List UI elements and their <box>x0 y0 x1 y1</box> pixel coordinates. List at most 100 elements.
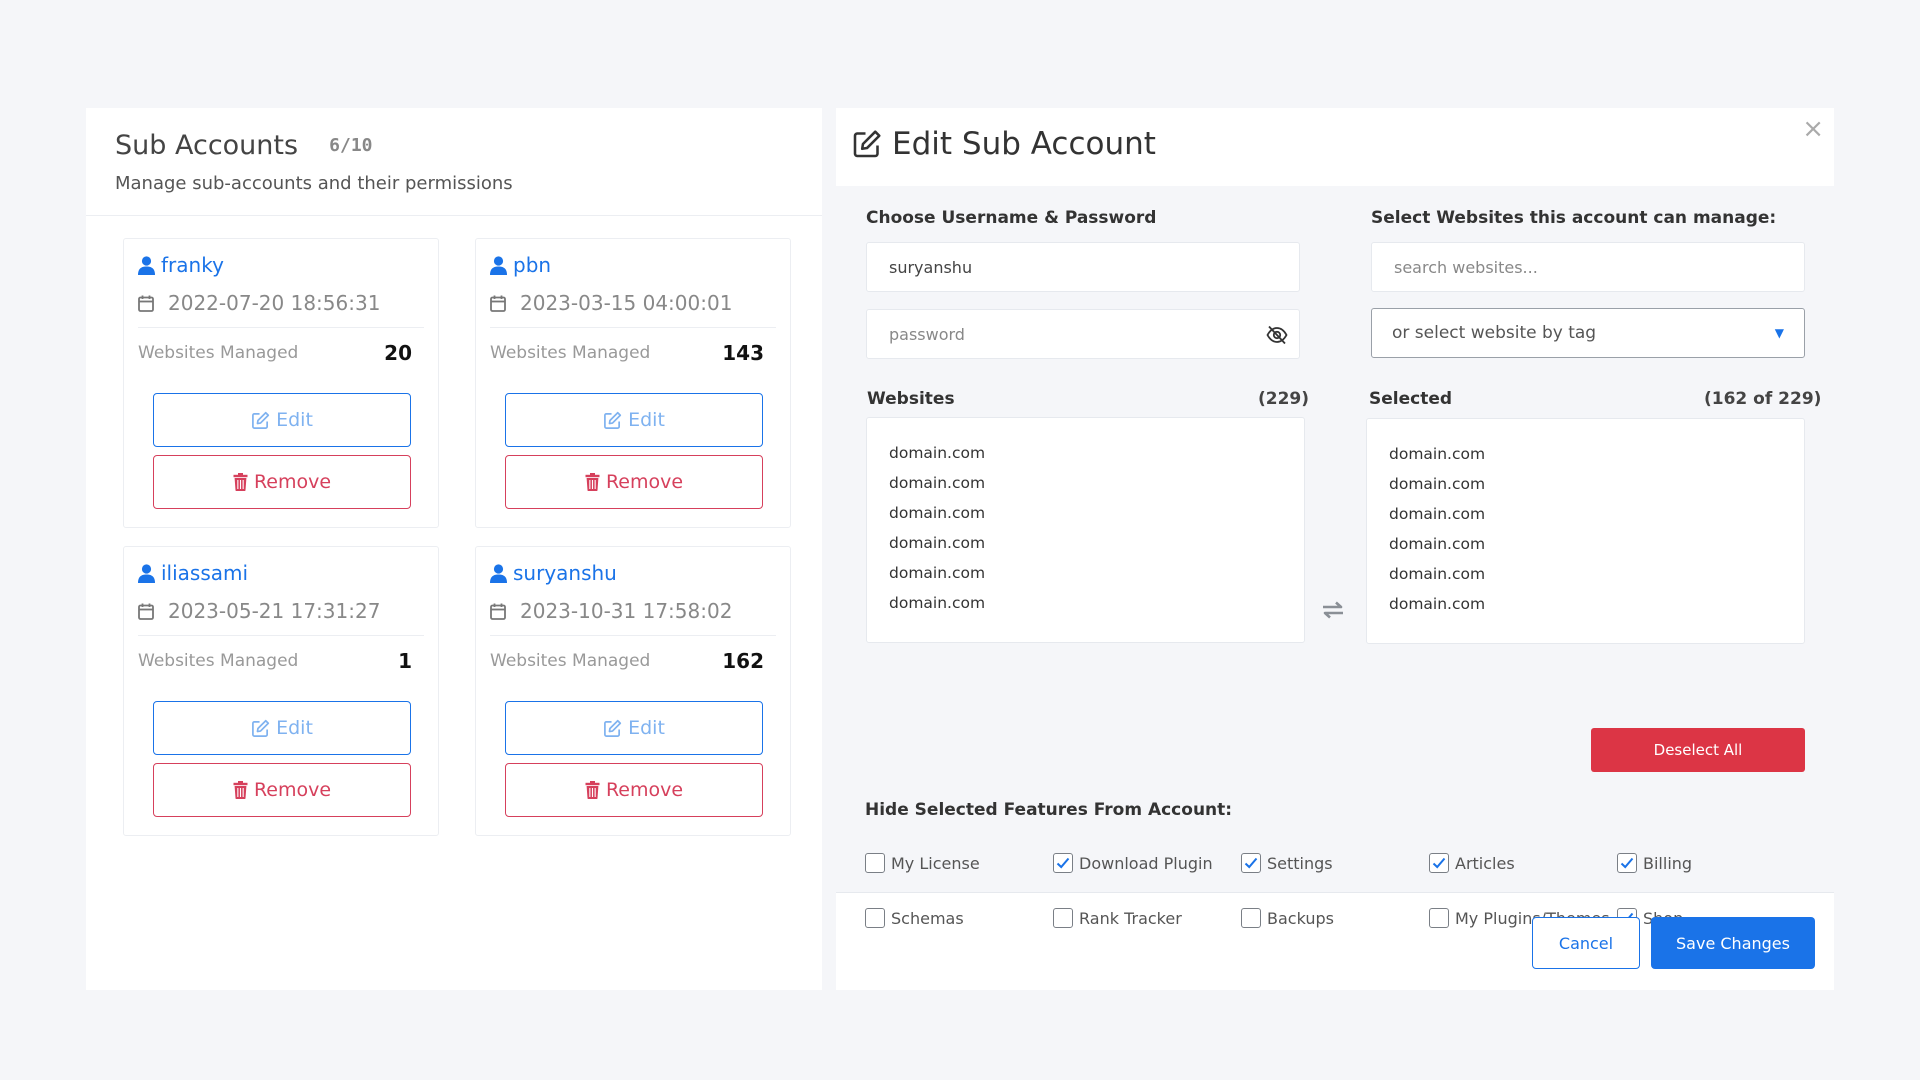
list-item[interactable]: domain.com <box>889 528 1304 558</box>
feature-label: Billing <box>1643 853 1693 873</box>
trash-icon <box>585 473 600 491</box>
edit-button[interactable]: Edit <box>505 393 763 447</box>
remove-button[interactable]: Remove <box>505 455 763 509</box>
feature-checkbox[interactable]: Download Plugin <box>1053 853 1213 873</box>
checked-box-icon[interactable] <box>1241 853 1261 873</box>
websites-managed-label: Websites Managed <box>138 343 299 363</box>
calendar-icon <box>138 295 154 312</box>
feature-label: Download Plugin <box>1079 853 1213 873</box>
edit-button[interactable]: Edit <box>505 701 763 755</box>
websites-list[interactable]: domain.com domain.com domain.com domain.com… <box>866 417 1305 643</box>
edit-button[interactable]: Edit <box>153 393 411 447</box>
tag-select[interactable]: or select website by tag ▼ <box>1371 308 1805 358</box>
edit-icon <box>604 411 622 429</box>
feature-checkbox[interactable]: Settings <box>1241 853 1333 873</box>
card-username[interactable]: pbn <box>490 253 551 277</box>
card-date: 2023-05-21 17:31:27 <box>138 599 380 623</box>
edit-button[interactable]: Edit <box>153 701 411 755</box>
list-item[interactable]: domain.com <box>889 558 1304 588</box>
account-count: 6/10 <box>329 135 373 156</box>
feature-label: Articles <box>1455 853 1515 873</box>
feature-checkbox[interactable]: Billing <box>1617 853 1692 873</box>
chevron-down-icon: ▼ <box>1774 326 1784 340</box>
list-item[interactable]: domain.com <box>889 498 1304 528</box>
websites-managed-label: Websites Managed <box>138 651 299 671</box>
eye-off-icon[interactable] <box>1266 325 1288 345</box>
selected-list[interactable]: domain.com domain.com domain.com domain.com… <box>1366 418 1805 644</box>
sub-accounts-header: Sub Accounts 6/10 Manage sub-accounts an… <box>115 130 513 194</box>
edit-icon <box>853 130 881 158</box>
feature-label: My License <box>891 853 980 873</box>
card-username[interactable]: franky <box>138 253 224 277</box>
list-item[interactable]: domain.com <box>1389 469 1804 499</box>
edit-icon <box>252 411 270 429</box>
cancel-button[interactable]: Cancel <box>1532 917 1640 969</box>
modal-footer: Cancel Save Changes <box>836 892 1834 991</box>
username-text: franky <box>161 253 224 277</box>
modal-title-text: Edit Sub Account <box>892 126 1156 162</box>
username-text: suryanshu <box>513 561 617 585</box>
swap-icon[interactable] <box>1321 601 1345 619</box>
card-username[interactable]: iliassami <box>138 561 248 585</box>
card-date: 2022-07-20 18:56:31 <box>138 291 380 315</box>
checked-box-icon[interactable] <box>1617 853 1637 873</box>
edit-icon <box>604 719 622 737</box>
trash-icon <box>585 781 600 799</box>
list-item[interactable]: domain.com <box>1389 589 1804 619</box>
features-label: Hide Selected Features From Account: <box>865 800 1233 820</box>
checked-box-icon[interactable] <box>1053 853 1073 873</box>
feature-checkbox[interactable]: My License <box>865 853 980 873</box>
websites-managed-value: 1 <box>398 649 412 673</box>
unchecked-box-icon[interactable] <box>865 853 885 873</box>
sub-account-card: iliassami 2023-05-21 17:31:27 Websites M… <box>123 546 439 836</box>
card-divider <box>138 327 424 328</box>
websites-managed-value: 20 <box>384 341 412 365</box>
card-username[interactable]: suryanshu <box>490 561 617 585</box>
username-text: iliassami <box>161 561 249 585</box>
sub-account-card: pbn 2023-03-15 04:00:01 Websites Managed… <box>475 238 791 528</box>
websites-managed-value: 162 <box>722 649 764 673</box>
card-date: 2023-03-15 04:00:01 <box>490 291 732 315</box>
calendar-icon <box>490 603 506 620</box>
list-item[interactable]: domain.com <box>1389 499 1804 529</box>
sub-account-card: suryanshu 2023-10-31 17:58:02 Websites M… <box>475 546 791 836</box>
trash-icon <box>233 473 248 491</box>
credentials-label: Choose Username & Password <box>866 208 1157 228</box>
date-text: 2023-03-15 04:00:01 <box>520 291 733 315</box>
deselect-all-button[interactable]: Deselect All <box>1591 728 1805 772</box>
list-item[interactable]: domain.com <box>1389 529 1804 559</box>
remove-button[interactable]: Remove <box>153 763 411 817</box>
modal-body: Choose Username & Password Select Websit… <box>836 186 1834 928</box>
checked-box-icon[interactable] <box>1429 853 1449 873</box>
close-icon[interactable]: × <box>1802 114 1824 144</box>
user-icon <box>138 563 155 583</box>
user-icon <box>490 563 507 583</box>
websites-managed-label: Websites Managed <box>490 343 651 363</box>
tag-select-value: or select website by tag <box>1392 323 1597 343</box>
card-divider <box>490 635 776 636</box>
calendar-icon <box>138 603 154 620</box>
password-input[interactable] <box>866 309 1300 359</box>
list-item[interactable]: domain.com <box>889 588 1304 618</box>
search-websites-input[interactable] <box>1371 242 1805 292</box>
page-subtitle: Manage sub-accounts and their permission… <box>115 173 513 194</box>
select-websites-label: Select Websites this account can manage: <box>1371 208 1777 228</box>
calendar-icon <box>490 295 506 312</box>
list-item[interactable]: domain.com <box>889 468 1304 498</box>
header-divider <box>86 215 822 216</box>
user-icon <box>138 255 155 275</box>
feature-checkbox[interactable]: Articles <box>1429 853 1515 873</box>
remove-button[interactable]: Remove <box>153 455 411 509</box>
date-text: 2023-10-31 17:58:02 <box>520 599 733 623</box>
list-item[interactable]: domain.com <box>889 438 1304 468</box>
card-divider <box>490 327 776 328</box>
selected-list-title: Selected <box>1369 389 1453 409</box>
username-input[interactable] <box>866 242 1300 292</box>
list-item[interactable]: domain.com <box>1389 559 1804 589</box>
edit-icon <box>252 719 270 737</box>
remove-button[interactable]: Remove <box>505 763 763 817</box>
websites-managed-value: 143 <box>722 341 764 365</box>
page-title: Sub Accounts <box>115 130 299 161</box>
save-changes-button[interactable]: Save Changes <box>1651 917 1815 969</box>
list-item[interactable]: domain.com <box>1389 439 1804 469</box>
